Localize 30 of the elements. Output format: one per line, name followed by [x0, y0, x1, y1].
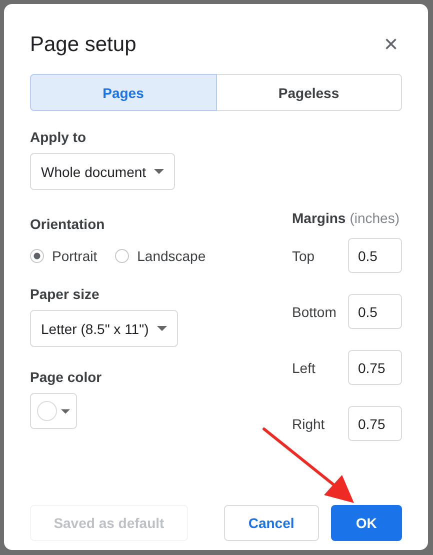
caret-icon [156, 326, 167, 331]
mode-tab[interactable]: Pages [30, 74, 216, 111]
cancel-button[interactable]: Cancel [224, 505, 319, 541]
apply-to-dropdown[interactable]: Whole document [30, 153, 176, 190]
page-color-picker[interactable] [30, 393, 77, 429]
dialog-title: Page setup [30, 33, 136, 57]
margin-input[interactable]: 0.75 [348, 350, 402, 385]
caret-icon [61, 408, 70, 414]
radio-label: Landscape [137, 248, 206, 264]
mode-tab[interactable]: Pageless [216, 74, 402, 111]
field-label: Apply to [30, 129, 86, 145]
margin-label: Left [292, 360, 316, 376]
orientation-radio[interactable]: Portrait [30, 248, 98, 264]
margin-label: Bottom [292, 304, 336, 320]
ok-button[interactable]: OK [330, 505, 402, 541]
margin-input[interactable]: 0.5 [348, 238, 402, 273]
margin-label: Right [292, 416, 325, 432]
close-button[interactable]: × [380, 31, 402, 59]
field-label: Paper size [30, 286, 100, 302]
unit-label: (inches) [350, 210, 400, 226]
field-label: Orientation [30, 216, 105, 232]
orientation-radio[interactable]: Landscape [115, 248, 206, 264]
radio-label: Portrait [52, 248, 98, 264]
margin-input[interactable]: 0.75 [348, 406, 402, 441]
margin-label: Top [292, 248, 315, 264]
paper-size-dropdown[interactable]: Letter (8.5" x 11") [30, 310, 178, 347]
caret-icon [154, 169, 164, 174]
field-label: Page color [30, 369, 102, 385]
margin-input[interactable]: 0.5 [348, 294, 402, 329]
margins-label: Margins [292, 210, 346, 226]
